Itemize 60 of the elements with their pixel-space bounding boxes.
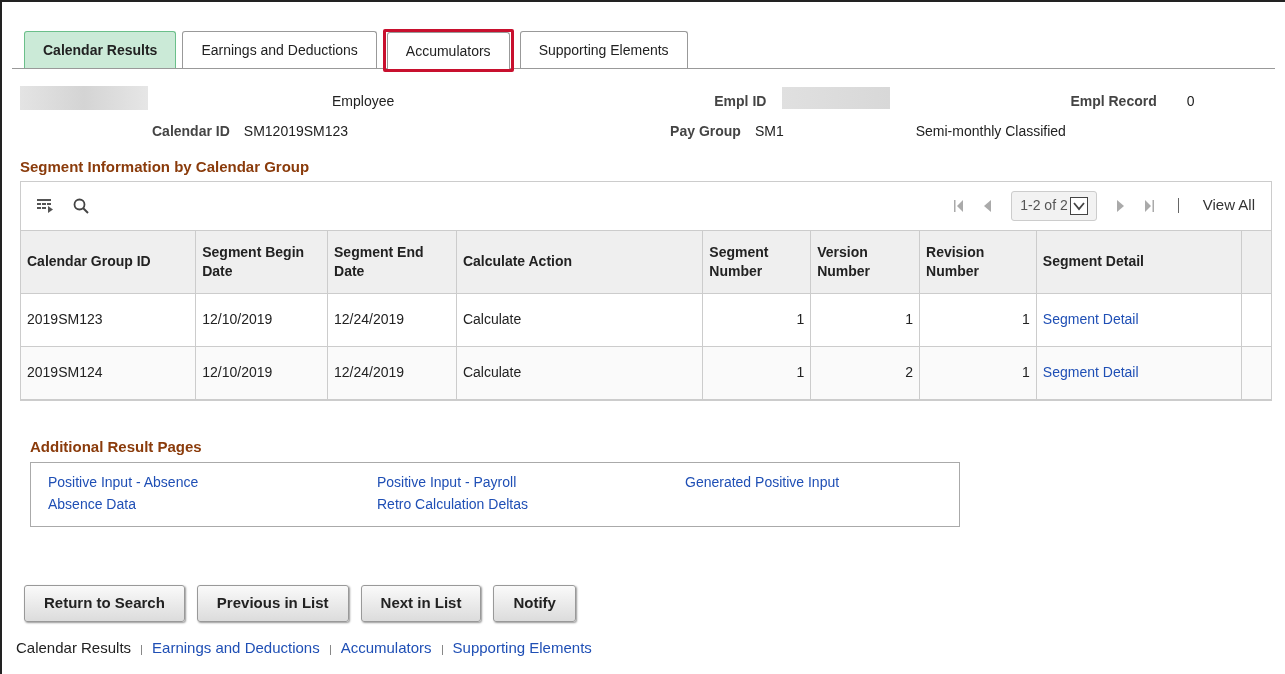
result-page-link[interactable]: Positive Input - Absence: [48, 471, 377, 493]
table-cell: 12/24/2019: [334, 311, 405, 327]
table-cell: 12/10/2019: [202, 364, 273, 380]
result-page-link[interactable]: Generated Positive Input: [685, 471, 840, 493]
result-page-link[interactable]: Retro Calculation Deltas: [377, 493, 685, 515]
next-page-icon[interactable]: [1116, 199, 1124, 212]
table-cell: 12/24/2019: [334, 364, 405, 380]
table-cell: 1: [905, 311, 913, 327]
result-page-link[interactable]: Positive Input - Payroll: [377, 471, 685, 493]
table-cell: 2019SM123: [27, 311, 103, 327]
footer-link[interactable]: Earnings and Deductions: [152, 637, 320, 660]
tab[interactable]: Earnings and Deductions: [182, 31, 377, 68]
column-header: Calendar Group ID: [21, 230, 196, 293]
segment-detail-link[interactable]: Segment Detail: [1042, 364, 1139, 380]
footer-link[interactable]: Calendar Results: [16, 637, 132, 660]
tab[interactable]: Supporting Elements: [519, 31, 688, 68]
column-header: Segment Detail: [1036, 230, 1242, 293]
grid-settings-icon[interactable]: [37, 198, 53, 213]
field-label: Empl ID: [714, 92, 767, 111]
column-header: Segment End Date: [327, 230, 457, 293]
field-label: Employee: [332, 92, 395, 111]
table-cell: Calculate: [462, 311, 522, 327]
field-label: Calendar ID: [152, 122, 230, 141]
segment-detail-link[interactable]: Segment Detail: [1042, 311, 1139, 327]
section-title: Additional Result Pages: [30, 436, 203, 457]
action-button[interactable]: Return to Search: [24, 585, 185, 622]
tab[interactable]: Calendar Results: [24, 31, 177, 68]
table-cell: 1: [796, 311, 805, 327]
column-header: Segment Number: [702, 230, 811, 293]
table-cell: 12/10/2019: [202, 311, 273, 327]
table-cell: Calculate: [462, 364, 522, 380]
field-value: SM12019SM123: [243, 122, 349, 141]
column-header: Segment Begin Date: [195, 230, 328, 293]
column-header: Revision Number: [919, 230, 1037, 293]
table-cell: 2: [905, 364, 913, 380]
action-button[interactable]: Previous in List: [196, 585, 349, 622]
column-header: Version Number: [810, 230, 920, 293]
result-page-link[interactable]: Absence Data: [48, 493, 377, 515]
action-button[interactable]: Next in List: [360, 585, 482, 622]
section-title: Segment Information by Calendar Group: [20, 157, 311, 177]
footer-link[interactable]: Accumulators: [340, 637, 432, 660]
previous-page-icon[interactable]: [984, 199, 992, 212]
pager-dropdown[interactable]: 1-2 of 2: [1011, 190, 1097, 221]
last-page-icon[interactable]: [1143, 199, 1154, 212]
view-all-link[interactable]: View All: [1202, 194, 1255, 217]
table-cell: 1: [1022, 311, 1030, 327]
action-button[interactable]: Notify: [493, 585, 576, 622]
table-cell: 1: [1022, 364, 1030, 380]
field-value: SM1: [754, 122, 784, 141]
field-value: 0: [1186, 92, 1195, 111]
search-icon[interactable]: [73, 197, 89, 214]
table-cell: 2019SM124: [27, 364, 103, 380]
field-label: Pay Group: [670, 122, 741, 141]
first-page-icon[interactable]: [954, 199, 965, 212]
table-cell: 1: [796, 364, 805, 380]
footer-link[interactable]: Supporting Elements: [452, 637, 592, 660]
field-label: Empl Record: [1070, 92, 1157, 111]
tab[interactable]: Accumulators: [386, 32, 510, 69]
column-header: Calculate Action: [456, 230, 703, 293]
field-value: Semi-monthly Classified: [915, 122, 1066, 141]
